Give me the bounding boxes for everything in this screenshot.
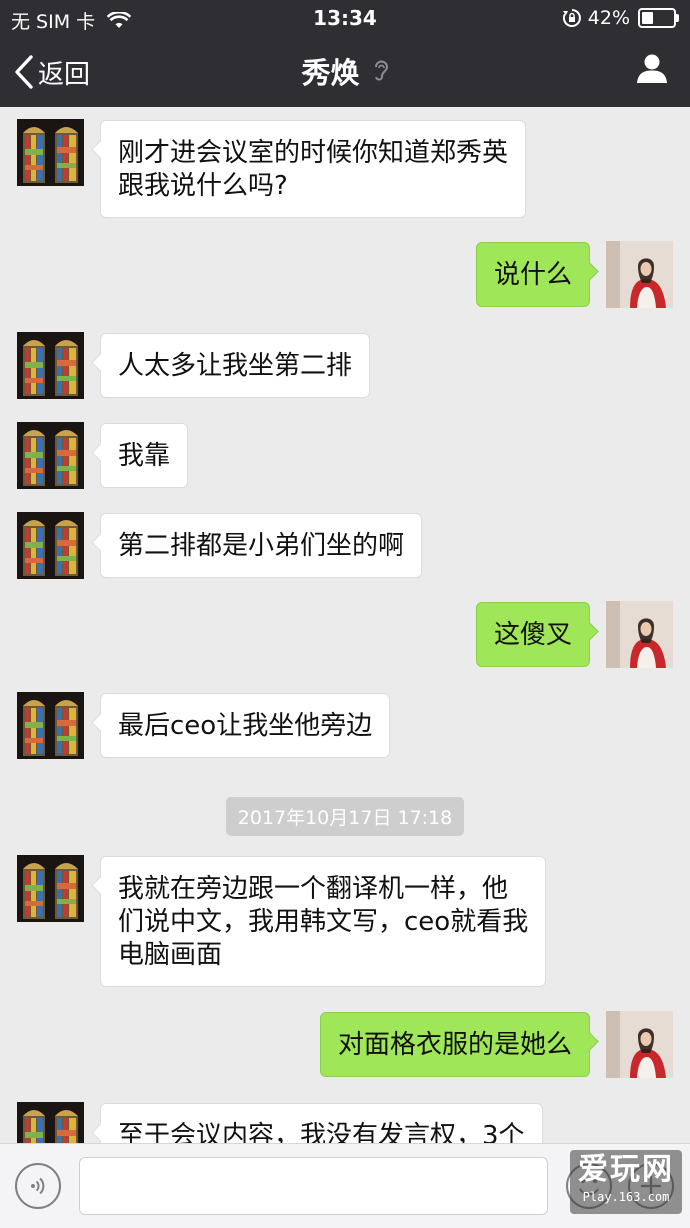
contact-avatar[interactable] xyxy=(17,512,84,579)
nav-bar: 返回 秀焕 xyxy=(0,38,690,106)
stained-glass-avatar xyxy=(17,332,84,399)
received-message-bubble[interactable]: 人太多让我坐第二排 xyxy=(100,333,371,398)
battery-percent: 42% xyxy=(587,7,630,29)
battery-area: 42% xyxy=(562,7,679,29)
woman-avatar xyxy=(606,601,673,668)
received-message-bubble[interactable]: 最后ceo让我坐他旁边 xyxy=(100,693,391,758)
message-text: 这傻叉 xyxy=(493,620,572,650)
earpiece-mode-icon xyxy=(374,60,388,81)
message-text: 我就在旁边跟一个翻译机一样，他 们说中文，我用韩文写，ceo就看我 电脑画面 xyxy=(118,874,529,970)
woman-avatar xyxy=(606,241,673,308)
user-avatar[interactable] xyxy=(606,1011,673,1078)
sent-message-bubble[interactable]: 这傻叉 xyxy=(475,602,590,667)
voice-button[interactable] xyxy=(15,1163,61,1209)
user-avatar[interactable] xyxy=(606,241,673,308)
contact-avatar[interactable] xyxy=(17,692,84,759)
battery-icon xyxy=(638,8,679,28)
contact-avatar[interactable] xyxy=(17,1102,84,1143)
status-bar: 无 SIM 卡 13:34 42% xyxy=(0,0,690,36)
received-message-bubble[interactable]: 第二排都是小弟们坐的啊 xyxy=(100,513,423,578)
top-bar: 无 SIM 卡 13:34 42% 返回 秀焕 xyxy=(0,0,690,107)
timestamp: 2017年10月17日 17:18 xyxy=(225,797,465,836)
contact-avatar[interactable] xyxy=(17,119,84,186)
received-message-bubble[interactable]: 我靠 xyxy=(100,423,189,488)
received-message-bubble[interactable]: 我就在旁边跟一个翻译机一样，他 们说中文，我用韩文写，ceo就看我 电脑画面 xyxy=(100,856,547,987)
contact-avatar[interactable] xyxy=(17,332,84,399)
sent-message-bubble[interactable]: 对面格衣服的是她么 xyxy=(319,1012,590,1077)
stained-glass-avatar xyxy=(17,119,84,186)
sent-message-bubble[interactable]: 说什么 xyxy=(475,242,590,307)
message-text: 对面格衣服的是她么 xyxy=(337,1030,572,1060)
watermark-logo: 爱玩网 Play.163.com xyxy=(570,1150,682,1214)
stained-glass-avatar xyxy=(17,512,84,579)
profile-icon xyxy=(637,54,667,83)
stained-glass-avatar xyxy=(17,422,84,489)
stained-glass-avatar xyxy=(17,855,84,922)
stained-glass-avatar xyxy=(17,1102,84,1143)
message-input[interactable] xyxy=(79,1157,548,1215)
contact-avatar[interactable] xyxy=(17,422,84,489)
woman-avatar xyxy=(606,1011,673,1078)
watermark-main: 爱玩网 xyxy=(578,1152,674,1187)
watermark-sub: Play.163.com xyxy=(582,1190,670,1204)
voice-icon xyxy=(31,1177,45,1195)
received-message-bubble[interactable]: 刚才进会议室的时候你知道郑秀英 跟我说什么吗? xyxy=(100,120,527,218)
message-text: 刚才进会议室的时候你知道郑秀英 跟我说什么吗? xyxy=(118,138,509,201)
message-text: 最后ceo让我坐他旁边 xyxy=(118,711,373,741)
message-text: 说什么 xyxy=(493,260,572,290)
user-avatar[interactable] xyxy=(606,601,673,668)
chat-title: 秀焕 xyxy=(301,56,360,90)
rotation-lock-icon xyxy=(562,9,581,27)
chat-title-area: 秀焕 xyxy=(0,50,690,92)
message-text: 人太多让我坐第二排 xyxy=(118,351,353,381)
stained-glass-avatar xyxy=(17,692,84,759)
profile-button[interactable] xyxy=(636,52,668,88)
message-text: 第二排都是小弟们坐的啊 xyxy=(118,531,405,561)
message-text: 我靠 xyxy=(118,441,171,471)
timestamp-row: 2017年10月17日 17:18 xyxy=(0,797,690,836)
message-text: 至于会议内容，我没有发言权，3个 xyxy=(118,1121,525,1143)
received-message-bubble[interactable]: 至于会议内容，我没有发言权，3个 xyxy=(100,1103,543,1143)
chat-area[interactable]: 刚才进会议室的时候你知道郑秀英 跟我说什么吗? 说什么 人太多让我坐第二排 我靠… xyxy=(0,107,690,1143)
contact-avatar[interactable] xyxy=(17,855,84,922)
